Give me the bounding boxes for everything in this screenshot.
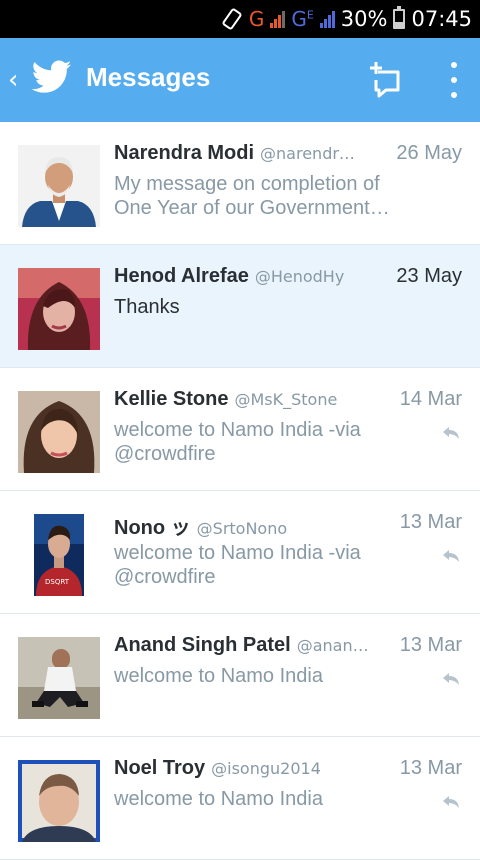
message-date: 13 Mar — [393, 634, 462, 657]
twitter-bird-icon[interactable] — [32, 60, 72, 94]
network-type-1: G — [248, 7, 265, 31]
page-title: Messages — [86, 62, 211, 92]
message-row[interactable]: Narendra Modi @narendr… 26 May My message… — [0, 122, 480, 245]
sender-handle: @anan… — [296, 636, 369, 655]
message-row[interactable]: Kellie Stone @MsK_Stone 14 Mar welcome to… — [0, 368, 480, 491]
chevron-left-icon[interactable]: ‹ — [8, 65, 18, 95]
message-row[interactable]: Noel Troy @isongu2014 13 Mar welcome to N… — [0, 737, 480, 860]
message-preview: My message on completion of One Year of … — [114, 173, 390, 219]
status-bar: G GE 30% 07:45 — [0, 0, 480, 38]
message-date: 13 Mar — [393, 511, 462, 534]
sender-name: Kellie Stone — [114, 388, 229, 410]
message-preview: Thanks — [114, 296, 180, 318]
message-preview: welcome to Namo India — [114, 665, 323, 687]
avatar — [18, 145, 100, 227]
battery-icon — [393, 6, 406, 29]
signal-strength-icon-2 — [319, 10, 335, 28]
new-message-icon[interactable] — [364, 60, 404, 100]
reply-icon[interactable] — [442, 426, 460, 440]
message-date: 14 Mar — [393, 388, 462, 411]
battery-percent: 30% — [340, 7, 388, 31]
clock: 07:45 — [411, 7, 472, 31]
reply-icon[interactable] — [442, 672, 460, 686]
avatar — [18, 391, 100, 473]
message-date: 23 May — [390, 265, 462, 288]
message-preview: welcome to Namo India -via @crowdfire — [114, 542, 361, 588]
avatar: DSQRT — [34, 514, 84, 596]
sender-name: Anand Singh Patel — [114, 634, 291, 656]
reply-icon[interactable] — [442, 549, 460, 563]
message-list: Narendra Modi @narendr… 26 May My message… — [0, 122, 480, 860]
reply-icon[interactable] — [442, 795, 460, 809]
screen-rotation-icon — [222, 8, 242, 30]
network-type-2: GE — [291, 7, 314, 31]
message-date: 26 May — [390, 142, 462, 165]
more-vertical-icon[interactable] — [444, 60, 464, 100]
sender-name: Henod Alrefae — [114, 265, 249, 287]
avatar — [18, 637, 100, 719]
sender-name: Narendra Modi — [114, 142, 255, 164]
signal-strength-icon-1 — [270, 10, 286, 28]
sender-name: Nono ッ — [114, 517, 191, 539]
svg-text:DSQRT: DSQRT — [45, 578, 70, 586]
sender-handle: @isongu2014 — [211, 759, 321, 778]
message-preview: welcome to Namo India — [114, 788, 323, 810]
avatar — [18, 760, 100, 842]
sender-handle: @SrtoNono — [196, 519, 288, 538]
avatar — [18, 268, 100, 350]
message-row[interactable]: Henod Alrefae @HenodHy 23 May Thanks — [0, 245, 480, 368]
message-preview: welcome to Namo India -via @crowdfire — [114, 419, 361, 465]
sender-handle: @HenodHy — [254, 267, 345, 286]
message-date: 13 Mar — [393, 757, 462, 780]
message-row[interactable]: Anand Singh Patel @anan… 13 Mar welcome t… — [0, 614, 480, 737]
sender-handle: @MsK_Stone — [234, 390, 338, 409]
message-row[interactable]: DSQRT Nono ッ @SrtoNono 13 Mar welcome to … — [0, 491, 480, 614]
app-bar: ‹ Messages — [0, 38, 480, 122]
sender-name: Noel Troy — [114, 757, 206, 779]
status-icons: G GE 30% 07:45 — [221, 0, 472, 38]
sender-handle: @narendr… — [260, 144, 355, 163]
